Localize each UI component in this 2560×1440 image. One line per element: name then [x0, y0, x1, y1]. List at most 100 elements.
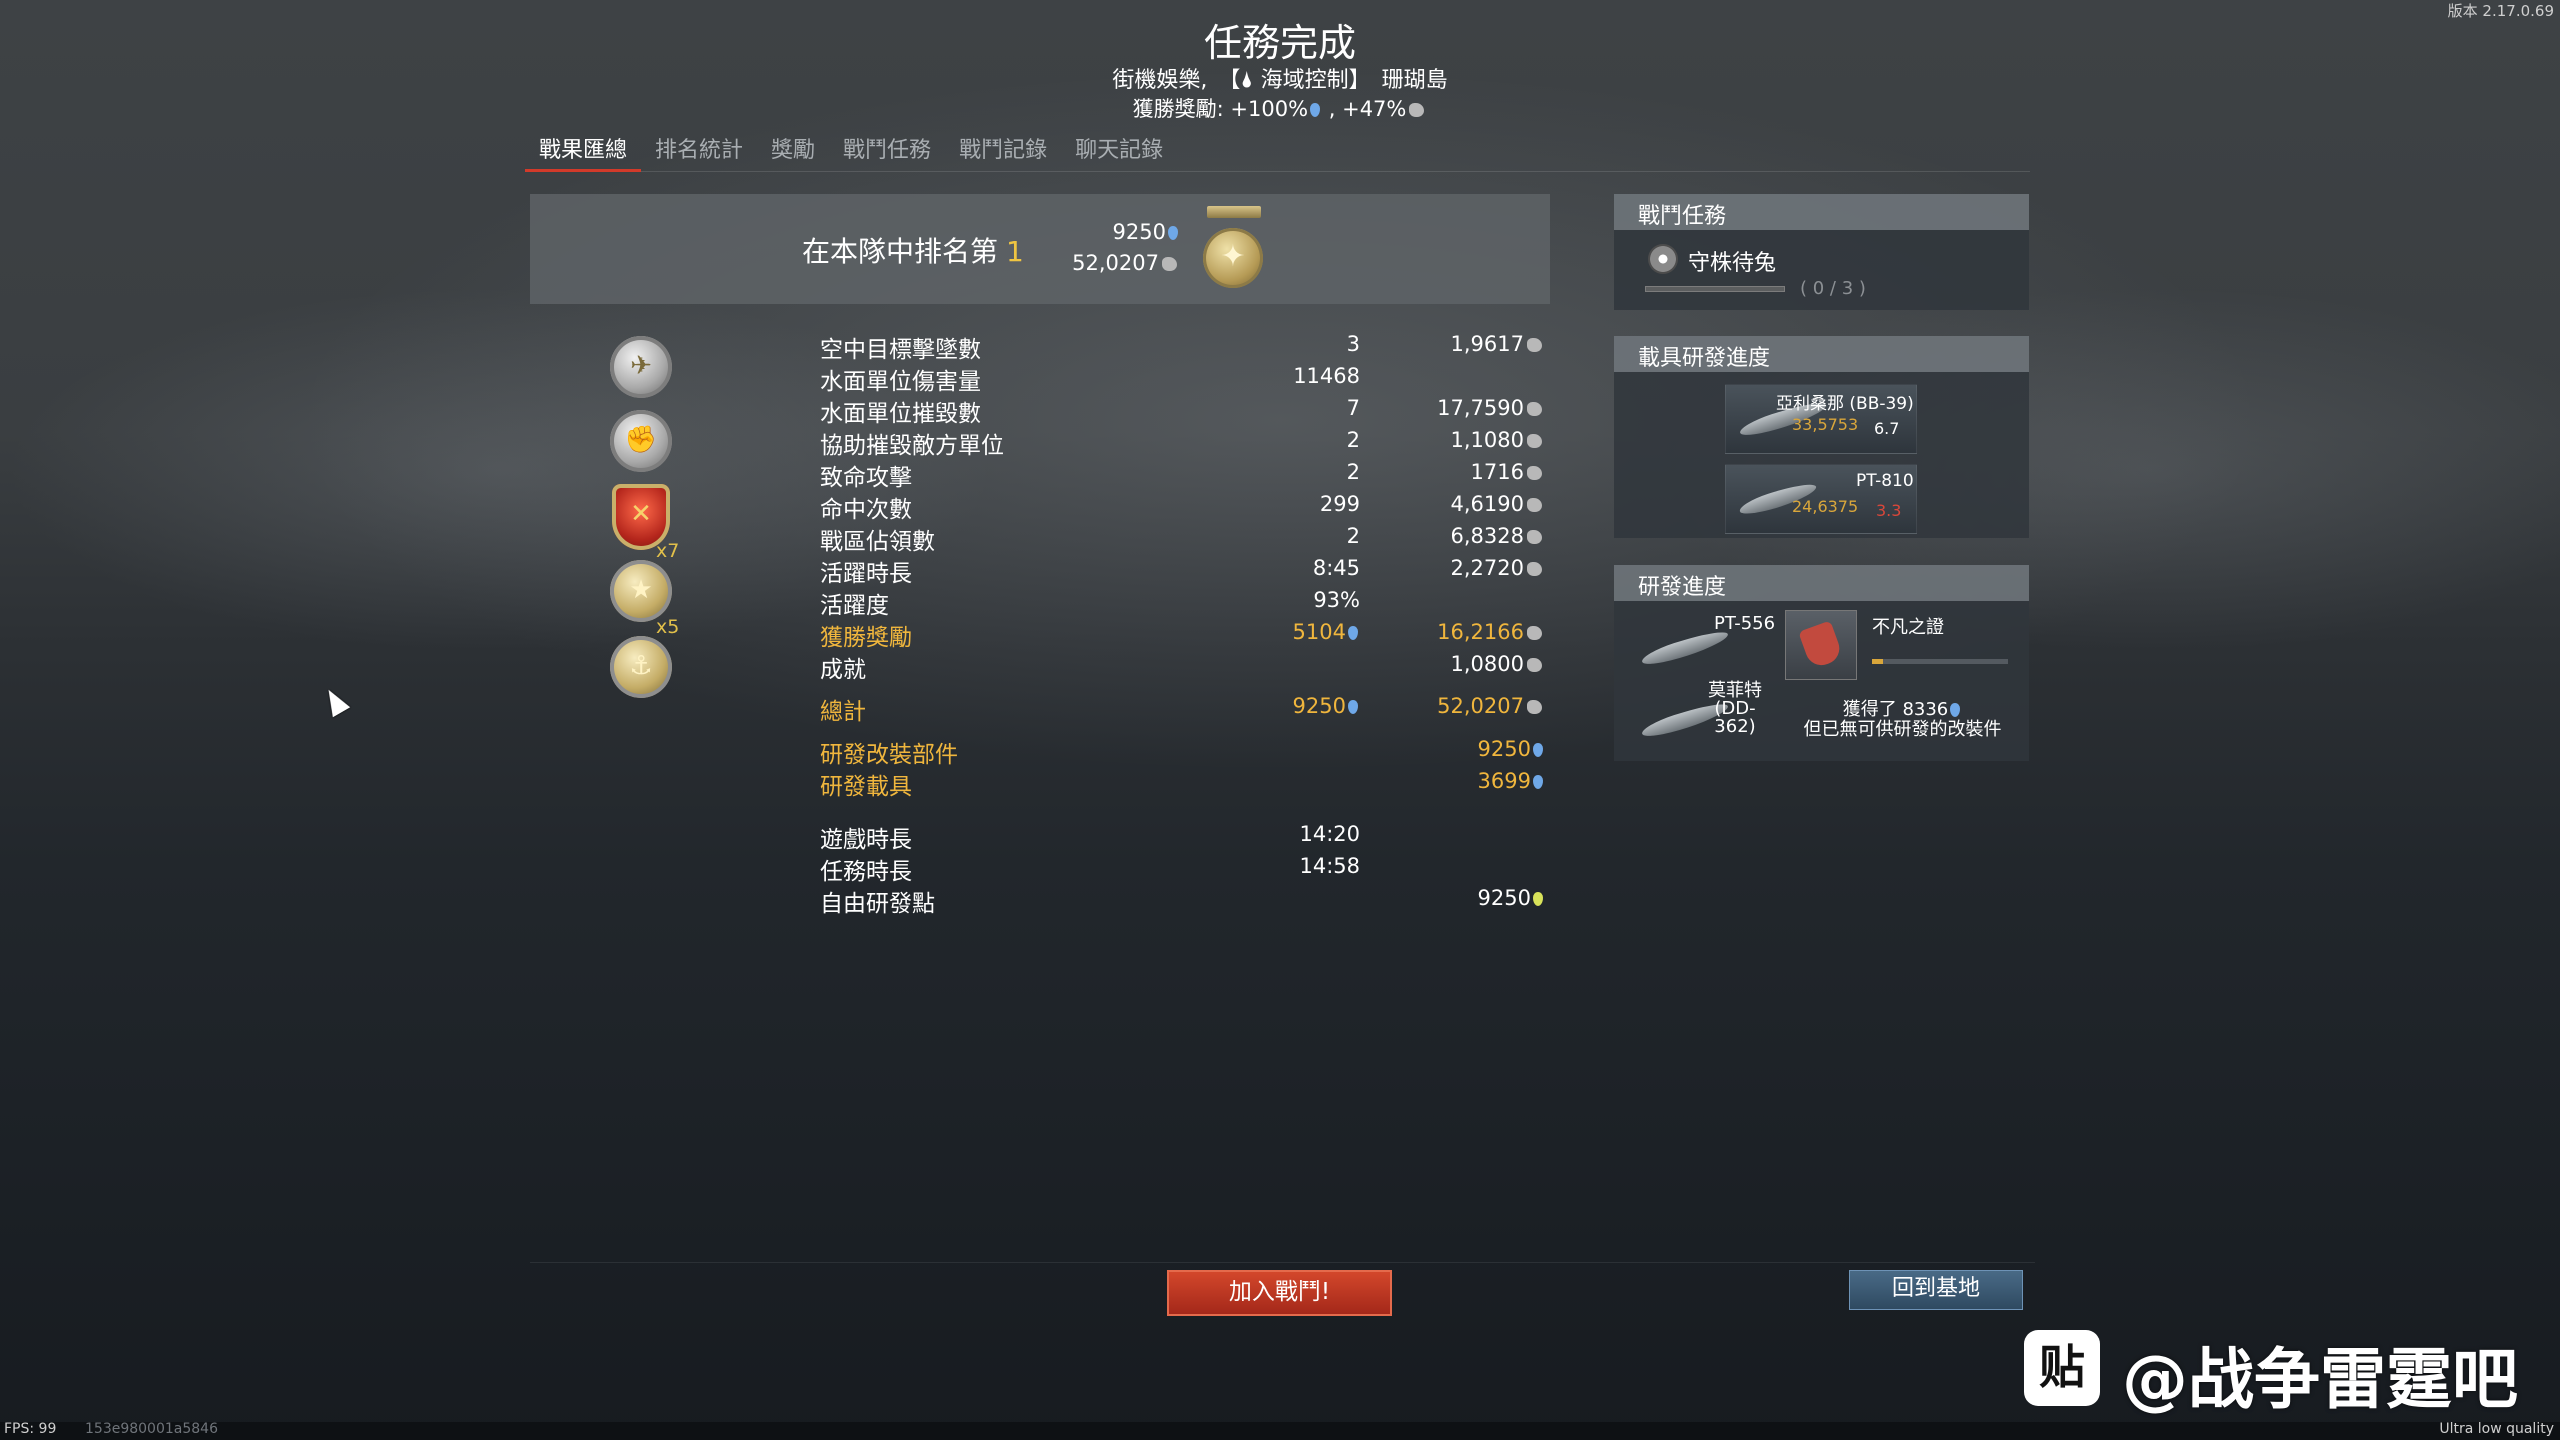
medal-ribbon — [1207, 206, 1261, 218]
vehicle-br: 3.3 — [1876, 501, 1902, 520]
rank-rp-total: 9250 — [1060, 220, 1180, 244]
tab-ranking[interactable]: 排名統計 — [641, 128, 757, 172]
victory-bonus: 獲勝獎勵: +100% , +47% — [0, 93, 2560, 123]
mouse-cursor-icon — [319, 684, 351, 718]
first-place-medal-icon[interactable]: ✦ — [1203, 228, 1263, 288]
bonus-sl: +47% — [1342, 97, 1407, 121]
stat-sl-value: 17,7590 — [1437, 396, 1524, 420]
stat-sl: 1716 — [1360, 460, 1545, 484]
map-name: 珊瑚島 — [1381, 68, 1448, 93]
mod-research-rp: 9250 — [1360, 737, 1545, 761]
free-rp-value: 9250 — [1477, 886, 1531, 910]
award-multiplier: x5 — [656, 616, 680, 638]
bonus-rp: +100% — [1230, 97, 1309, 121]
mission-type: 【🌢 海域控制】 — [1218, 68, 1371, 93]
award-anchor-medal-icon[interactable]: ⚓ — [610, 636, 672, 698]
stat-label: 水面單位傷害量 — [820, 369, 981, 395]
stat-label: 戰區佔領數 — [820, 529, 935, 555]
stat-value: 299 — [1319, 492, 1360, 516]
game-time-value: 14:20 — [1299, 822, 1360, 846]
award-multiplier: x7 — [656, 540, 680, 562]
tab-battle-log[interactable]: 戰鬥記錄 — [945, 128, 1061, 172]
research-points-icon — [1168, 226, 1178, 240]
mod-research-value: 9250 — [1477, 737, 1531, 761]
team-rank-position: 1 — [1006, 235, 1024, 268]
stat-sl: 1,1080 — [1360, 428, 1545, 452]
research-points-icon — [1348, 626, 1358, 640]
watermark-logo: 贴 — [2024, 1330, 2100, 1406]
silver-lions-icon — [1527, 658, 1542, 672]
vehicle-card[interactable]: 亞利桑那 (BB-39) 33,5753 6.7 — [1725, 384, 1917, 454]
modification-icon[interactable] — [1785, 610, 1857, 680]
stat-value: 2 — [1346, 524, 1360, 548]
research-points-icon — [1533, 743, 1543, 757]
stat-label: 獲勝獎勵 — [820, 625, 912, 651]
stat-label: 協助摧毀敵方單位 — [820, 433, 1004, 459]
total-sl: 52,0207 — [1360, 694, 1545, 718]
mission-progress-bar — [1645, 286, 1785, 292]
award-fist-icon[interactable]: ✊ — [610, 410, 672, 472]
stat-sl: 16,2166 — [1360, 620, 1545, 644]
vehicle-card[interactable]: PT-810 24,6375 3.3 — [1725, 464, 1917, 534]
vehicle-research-label: 研發載具 — [820, 774, 912, 800]
footer-bar — [0, 1422, 2560, 1440]
rank-sl-value: 52,0207 — [1072, 251, 1159, 275]
silver-lions-icon — [1527, 700, 1542, 714]
stat-value: 2 — [1346, 460, 1360, 484]
tab-battle-tasks[interactable]: 戰鬥任務 — [829, 128, 945, 172]
stat-value: 11468 — [1293, 364, 1360, 388]
stat-sl: 1,9617 — [1360, 332, 1545, 356]
stat-label: 水面單位摧毀數 — [820, 401, 981, 427]
mission-star-icon — [1648, 244, 1678, 274]
join-battle-button[interactable]: 加入戰鬥! — [1167, 1270, 1392, 1316]
silver-lions-icon — [1527, 338, 1542, 352]
modification-progress-bar — [1872, 659, 2008, 664]
tab-rewards[interactable]: 獎勵 — [757, 128, 829, 172]
stat-value: 7 — [1346, 396, 1360, 420]
silver-lions-icon — [1527, 466, 1542, 480]
stat-sl: 4,6190 — [1360, 492, 1545, 516]
return-to-base-button[interactable]: 回到基地 — [1849, 1270, 2023, 1310]
stat-label: 成就 — [820, 657, 866, 683]
bottom-divider — [530, 1262, 2035, 1263]
free-research-points-icon — [1533, 892, 1543, 906]
award-gold-medal-icon[interactable]: ★ — [610, 560, 672, 622]
page-title: 任務完成 — [1203, 21, 1356, 65]
stat-rp-value: 5104 — [1292, 620, 1346, 644]
game-mode: 街機娛樂, — [1112, 68, 1208, 93]
stat-value: 93% — [1313, 588, 1360, 612]
obtained-rp: 獲得了 8336 — [1842, 699, 1949, 720]
vehicle-research-rp: 3699 — [1360, 769, 1545, 793]
vehicle-br: 6.7 — [1874, 419, 1900, 438]
research-ship-name: PT-556 — [1714, 613, 1776, 634]
mission-name[interactable]: 守株待兔 — [1688, 245, 1776, 277]
bonus-separator: , — [1328, 97, 1336, 121]
mod-research-label: 研發改裝部件 — [820, 742, 958, 768]
team-rank: 在本隊中排名第 1 — [802, 230, 1024, 270]
stat-label: 空中目標擊墜數 — [820, 337, 981, 363]
stat-sl-value: 1,9617 — [1450, 332, 1524, 356]
stat-label: 活躍時長 — [820, 561, 912, 587]
mission-count: ( 0 / 3 ) — [1800, 278, 1866, 299]
tab-chat-log[interactable]: 聊天記錄 — [1061, 128, 1177, 172]
modification-name: 不凡之證 — [1872, 617, 1944, 638]
research-points-icon — [1310, 103, 1321, 117]
stat-label: 活躍度 — [820, 593, 889, 619]
fps-counter: FPS: 99 — [4, 1421, 57, 1437]
total-label: 總計 — [820, 699, 866, 725]
no-mods-note: 但已無可供研發的改裝件 — [1803, 719, 2002, 740]
stat-sl: 1,0800 — [1360, 652, 1545, 676]
tab-summary[interactable]: 戰果匯總 — [525, 128, 642, 172]
silver-lions-icon — [1409, 103, 1425, 117]
mission-time-value: 14:58 — [1299, 854, 1360, 878]
bonus-label: 獲勝獎勵: — [1132, 97, 1224, 121]
silver-lions-icon — [1527, 402, 1542, 416]
research-obtained: 獲得了 8336 但已無可供研發的改裝件 — [1790, 700, 2015, 740]
stat-sl-value: 4,6190 — [1450, 492, 1524, 516]
vehicle-rp: 33,5753 — [1792, 415, 1859, 434]
research-points-icon — [1533, 775, 1543, 789]
game-time-label: 遊戲時長 — [820, 827, 912, 853]
award-anti-air-icon[interactable]: ✈ — [610, 336, 672, 398]
stat-sl: 6,8328 — [1360, 524, 1545, 548]
rank-rp-value: 9250 — [1112, 220, 1166, 244]
